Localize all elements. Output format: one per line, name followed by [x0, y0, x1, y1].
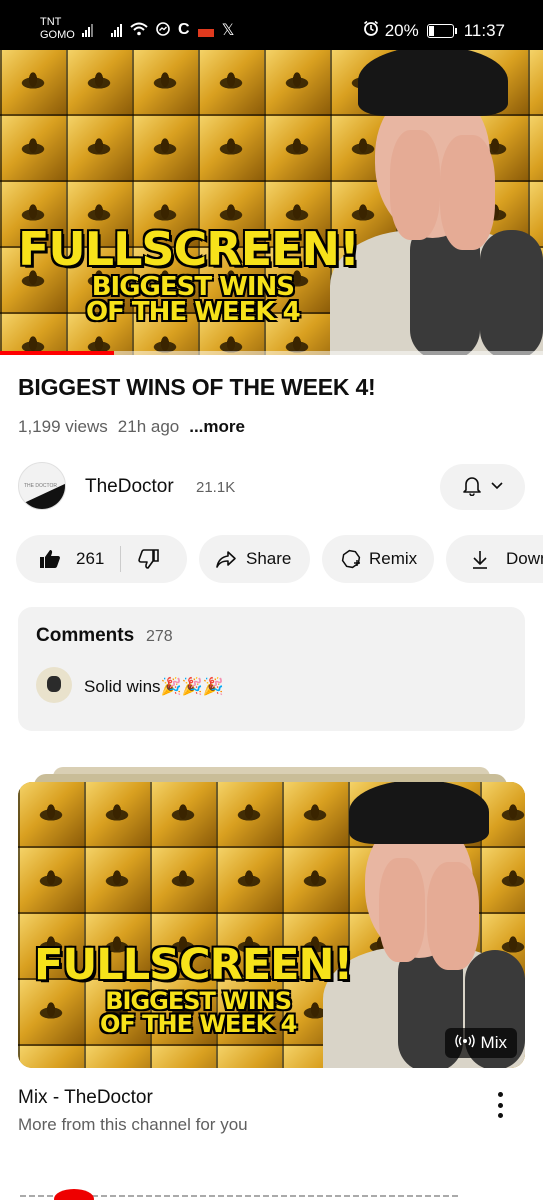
comments-count: 278: [146, 628, 173, 645]
download-icon: [468, 547, 492, 571]
app-notification-icon: [197, 29, 214, 37]
video-progress-bar[interactable]: [0, 351, 543, 355]
like-count[interactable]: 261: [76, 549, 104, 569]
action-bar: 261 Share Remix Down: [16, 535, 543, 583]
c-app-icon: C: [178, 21, 190, 38]
download-button[interactable]: Down: [446, 535, 543, 583]
commenter-avatar: [36, 667, 72, 703]
like-divider: [120, 546, 122, 572]
comments-card[interactable]: Comments 278 Solid wins🎉🎉🎉: [18, 607, 525, 731]
video-title[interactable]: BIGGEST WINS OF THE WEEK 4!: [18, 374, 376, 401]
wifi-icon: [130, 22, 148, 39]
battery-icon: [426, 23, 457, 38]
thumbnail-sub-line1: BIGGEST WINS: [91, 272, 295, 302]
carrier-label: TNT GOMO: [40, 16, 75, 42]
video-player[interactable]: FULLSCREEN! BIGGEST WINS OF THE WEEK 4: [0, 50, 543, 355]
broadcast-icon: [454, 1033, 475, 1053]
remix-icon: [339, 547, 363, 571]
mix-badge-label: Mix: [480, 1033, 507, 1052]
thumbnail-sub-line2: OF THE WEEK 4: [86, 296, 301, 327]
video-meta[interactable]: 1,199 views 21h ago ...more: [18, 417, 245, 437]
mix-badge: Mix: [444, 1028, 517, 1058]
streamer-image: [330, 50, 543, 355]
mix-thumbnail[interactable]: FULLSCREEN! BIGGEST WINS OF THE WEEK 4 M…: [18, 782, 525, 1068]
battery-percent: 20%: [384, 20, 419, 40]
mix-title[interactable]: Mix - TheDoctor: [18, 1087, 153, 1109]
remix-button[interactable]: Remix: [322, 535, 434, 583]
notification-bell-button[interactable]: [440, 464, 525, 510]
mix-streamer-image: [323, 782, 525, 1068]
signal-icon: [82, 23, 93, 37]
channel-row: THE DOCTOR TheDoctor 21.1K: [18, 462, 525, 512]
signal-icon-2: [111, 23, 122, 37]
video-progress-fill: [0, 351, 115, 355]
comments-header: Comments: [36, 625, 135, 646]
alarm-icon: [363, 20, 379, 41]
chevron-down-icon: [489, 477, 505, 498]
subscriber-count: 21.1K: [196, 479, 236, 496]
messenger-icon: [156, 21, 170, 39]
more-options-icon[interactable]: [490, 1090, 510, 1120]
upload-age: 21h ago: [117, 417, 180, 436]
thumbnail-headline: FULLSCREEN!: [18, 222, 360, 276]
dislike-icon[interactable]: [137, 547, 161, 571]
status-bar: TNT GOMO C 𝕏 20% 11:37: [0, 0, 543, 50]
bell-icon: [461, 474, 483, 501]
carrier-name: TNT: [40, 16, 62, 28]
thumbnail-subheadline: BIGGEST WINS OF THE WEEK 4: [86, 272, 301, 327]
next-item-peek: [20, 1187, 460, 1200]
channel-name[interactable]: TheDoctor: [85, 476, 174, 498]
like-dislike-group: 261: [16, 535, 187, 583]
share-button[interactable]: Share: [199, 535, 310, 583]
x-icon: 𝕏: [221, 22, 235, 39]
mix-thumbnail-headline: FULLSCREEN!: [34, 940, 353, 990]
top-comment-text: Solid wins🎉🎉🎉: [84, 677, 225, 696]
share-label: Share: [246, 549, 292, 568]
download-label: Down: [506, 549, 543, 568]
share-icon: [214, 547, 238, 571]
clock: 11:37: [463, 20, 505, 40]
view-count: 1,199 views: [18, 417, 108, 436]
carrier-name-2: GOMO: [40, 29, 75, 41]
mix-subtitle: More from this channel for you: [18, 1115, 248, 1134]
status-icons-left: C 𝕏: [82, 20, 234, 40]
status-icons-right: 20% 11:37: [363, 20, 505, 41]
like-icon[interactable]: [38, 547, 62, 571]
channel-avatar-text: THE DOCTOR: [24, 483, 57, 489]
remix-label: Remix: [369, 549, 418, 568]
more-link[interactable]: ...more: [189, 417, 245, 437]
channel-avatar[interactable]: THE DOCTOR: [18, 462, 66, 510]
mix-thumbnail-subheadline: BIGGEST WINS OF THE WEEK 4: [100, 989, 297, 1038]
mix-thumbnail-sub-line2: OF THE WEEK 4: [100, 1009, 297, 1038]
